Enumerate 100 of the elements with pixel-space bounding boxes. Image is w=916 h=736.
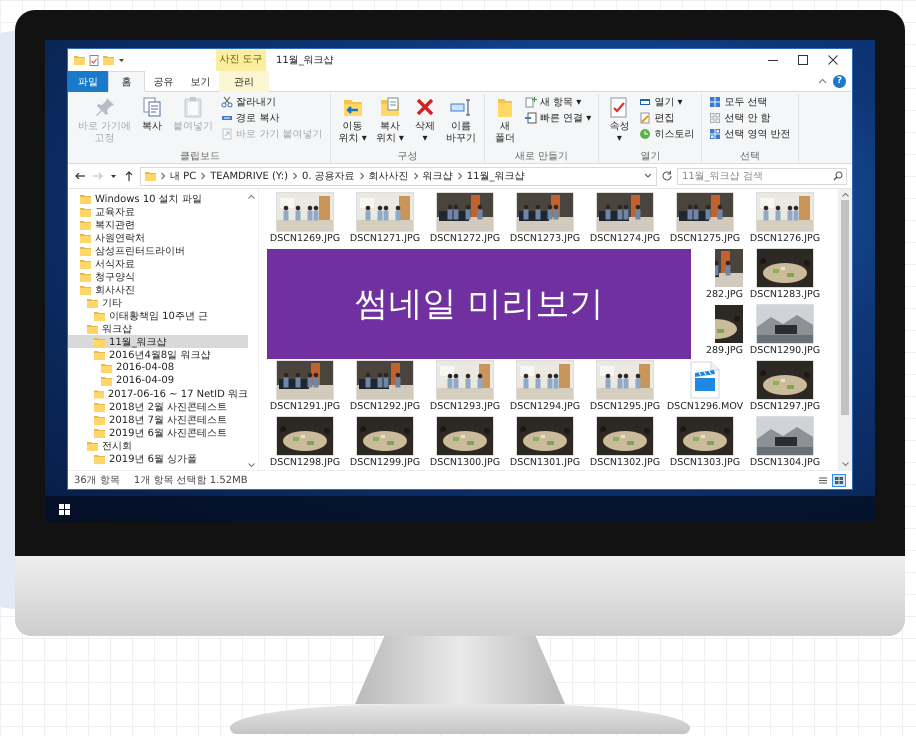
tree-item[interactable]: 2016-04-09 — [68, 374, 248, 387]
scroll-down-icon[interactable] — [248, 463, 255, 468]
file-name[interactable]: DSCN1294.JPG — [510, 401, 580, 413]
address-bar[interactable]: 내 PC TEAMDRIVE (Y:) 0. 공용자료 회사사진 워크샵 11월_워크샵 — [140, 166, 657, 186]
ribbon-button[interactable]: 복사 위치 ▾ — [372, 94, 407, 145]
scroll-up-icon[interactable] — [842, 192, 848, 197]
tree-item[interactable]: 2016년4월8일 워크샵 — [68, 348, 248, 361]
folder-icon — [80, 284, 91, 294]
tree-item[interactable]: 전시회 — [68, 439, 248, 452]
tab[interactable]: 홈 — [108, 71, 145, 92]
tree-item[interactable]: 청구양식 — [68, 270, 248, 283]
file-name[interactable]: DSCN1276.JPG — [750, 233, 820, 245]
file-name[interactable]: DSCN1290.JPG — [750, 345, 820, 357]
tree-item[interactable]: 삼성프린터드라이버 — [68, 244, 248, 257]
tree-item[interactable]: 2016-04-08 — [68, 361, 248, 374]
file-name[interactable]: DSCN1303.JPG — [670, 457, 740, 469]
file-name[interactable]: DSCN1299.JPG — [350, 457, 420, 469]
scroll-down-icon[interactable] — [842, 462, 848, 467]
search-field[interactable]: 11월_워크샵 검색 — [677, 168, 847, 184]
file-name[interactable]: 282.JPG — [706, 289, 743, 301]
ribbon-button[interactable]: 새 폴더 — [490, 94, 520, 145]
scrollbar[interactable] — [838, 189, 852, 470]
tree-item[interactable]: 2018년 2월 사진콘테스트 — [68, 400, 248, 413]
breadcrumb[interactable]: 워크샵 — [422, 169, 453, 183]
chevron-icon — [358, 172, 365, 180]
tree-item[interactable]: 교육자료 — [68, 205, 248, 218]
tree-item[interactable]: 복지관련 — [68, 218, 248, 231]
file-name[interactable]: DSCN1297.JPG — [750, 401, 820, 413]
tree-item[interactable]: 서식자료 — [68, 257, 248, 270]
file-name[interactable]: DSCN1283.JPG — [750, 289, 820, 301]
help-button[interactable]: ? — [833, 74, 846, 88]
tree-item[interactable]: 사원연락처 — [68, 231, 248, 244]
ribbon-button[interactable]: 빠른 연결 ▾ — [522, 111, 594, 125]
ribbon-button[interactable]: 복사 — [137, 94, 168, 134]
close-button[interactable] — [828, 55, 838, 65]
scrollbar-thumb[interactable] — [841, 200, 849, 415]
ribbon-button[interactable]: 경로 복사 — [219, 111, 325, 125]
file-name[interactable]: DSCN1271.JPG — [350, 233, 420, 245]
tree-item[interactable]: 회사사진 — [68, 283, 248, 296]
tab[interactable]: 관리 — [219, 71, 269, 92]
checklist-icon[interactable] — [89, 54, 99, 66]
breadcrumb[interactable]: TEAMDRIVE (Y:) — [210, 170, 288, 182]
file-name[interactable]: DSCN1293.JPG — [430, 401, 500, 413]
file-name[interactable]: DSCN1275.JPG — [670, 233, 740, 245]
file-name[interactable]: DSCN1301.JPG — [510, 457, 580, 469]
tree-item[interactable]: 2019년 6월 사진콘테스트 — [68, 426, 248, 439]
folder-icon — [94, 388, 104, 398]
breadcrumb[interactable]: 0. 공용자료 — [302, 169, 355, 183]
tree-item[interactable]: 2019년 6월 싱가폴 — [68, 452, 248, 465]
file-name[interactable]: DSCN1304.JPG — [750, 457, 820, 469]
file-name[interactable]: DSCN1291.JPG — [270, 401, 340, 413]
large-icons-view-button[interactable] — [832, 474, 846, 486]
breadcrumb[interactable]: 11월_워크샵 — [466, 169, 524, 183]
tree-item[interactable]: 워크샵 — [68, 322, 248, 335]
refresh-button[interactable] — [661, 170, 673, 182]
tree-item[interactable]: 2018년 7월 사진콘테스트 — [68, 413, 248, 426]
collapse-icon[interactable] — [818, 78, 827, 84]
file-name[interactable]: DSCN1296.MOV — [666, 401, 744, 413]
ribbon-button[interactable]: 이동 위치 ▾ — [336, 94, 370, 145]
ribbon-button[interactable]: 편집 — [637, 111, 696, 125]
file-name[interactable]: DSCN1274.JPG — [590, 233, 660, 245]
file-name[interactable]: DSCN1302.JPG — [590, 457, 660, 469]
group-label: 클립보드 — [178, 150, 221, 163]
caret-icon[interactable] — [118, 57, 125, 63]
scroll-up-icon[interactable] — [248, 194, 255, 199]
folder-icon — [80, 272, 91, 282]
tree-item[interactable]: Windows 10 설치 파일 — [68, 192, 248, 205]
folder-icon — [94, 414, 105, 424]
ribbon-button[interactable]: 잘라내기 — [219, 95, 325, 109]
tab[interactable]: 보기 — [182, 71, 219, 92]
tree-item[interactable]: 이태황책임 10주년 근 — [68, 309, 248, 322]
file-name[interactable]: DSCN1298.JPG — [270, 457, 340, 469]
windows-logo-icon[interactable] — [59, 504, 70, 514]
file-name[interactable]: DSCN1295.JPG — [590, 401, 660, 413]
tree-item[interactable]: 11월_워크샵 — [68, 335, 248, 348]
ribbon-button[interactable]: 히스토리 — [637, 127, 696, 141]
file-name[interactable]: DSCN1272.JPG — [430, 233, 500, 245]
folder-icon — [94, 336, 105, 346]
ribbon-button[interactable]: 선택 영역 반전 — [707, 127, 793, 141]
file-name[interactable]: 289.JPG — [706, 345, 743, 357]
tab[interactable]: 공유 — [145, 71, 182, 92]
tab[interactable]: 파일 — [68, 71, 108, 92]
breadcrumb[interactable]: 내 PC — [170, 169, 196, 183]
dropdown-icon[interactable] — [644, 173, 652, 179]
ribbon-button[interactable]: 열기 ▾ — [637, 95, 696, 109]
file-name[interactable]: DSCN1273.JPG — [510, 233, 580, 245]
tree-item[interactable]: 기타 — [68, 296, 248, 309]
ribbon-button[interactable]: 삭제 ▾ — [410, 94, 440, 145]
ribbon-button[interactable]: 새 항목 ▾ — [522, 95, 594, 109]
file-name[interactable]: DSCN1300.JPG — [430, 457, 500, 469]
file-name[interactable]: DSCN1269.JPG — [270, 233, 340, 245]
breadcrumb[interactable]: 회사사진 — [368, 169, 409, 183]
tree-item[interactable]: 2017-06-16 ~ 17 NetID 워크 — [68, 387, 248, 400]
folder-icon — [103, 55, 114, 65]
ribbon-button[interactable]: 모두 선택 — [707, 95, 793, 109]
file-name[interactable]: DSCN1292.JPG — [350, 401, 420, 413]
maximize-button[interactable] — [798, 55, 808, 65]
ribbon-button[interactable]: 선택 안 함 — [707, 111, 793, 125]
ribbon-button[interactable]: 이름 바꾸기 — [442, 94, 479, 145]
ribbon-button[interactable]: 속성 ▾ — [604, 94, 634, 145]
